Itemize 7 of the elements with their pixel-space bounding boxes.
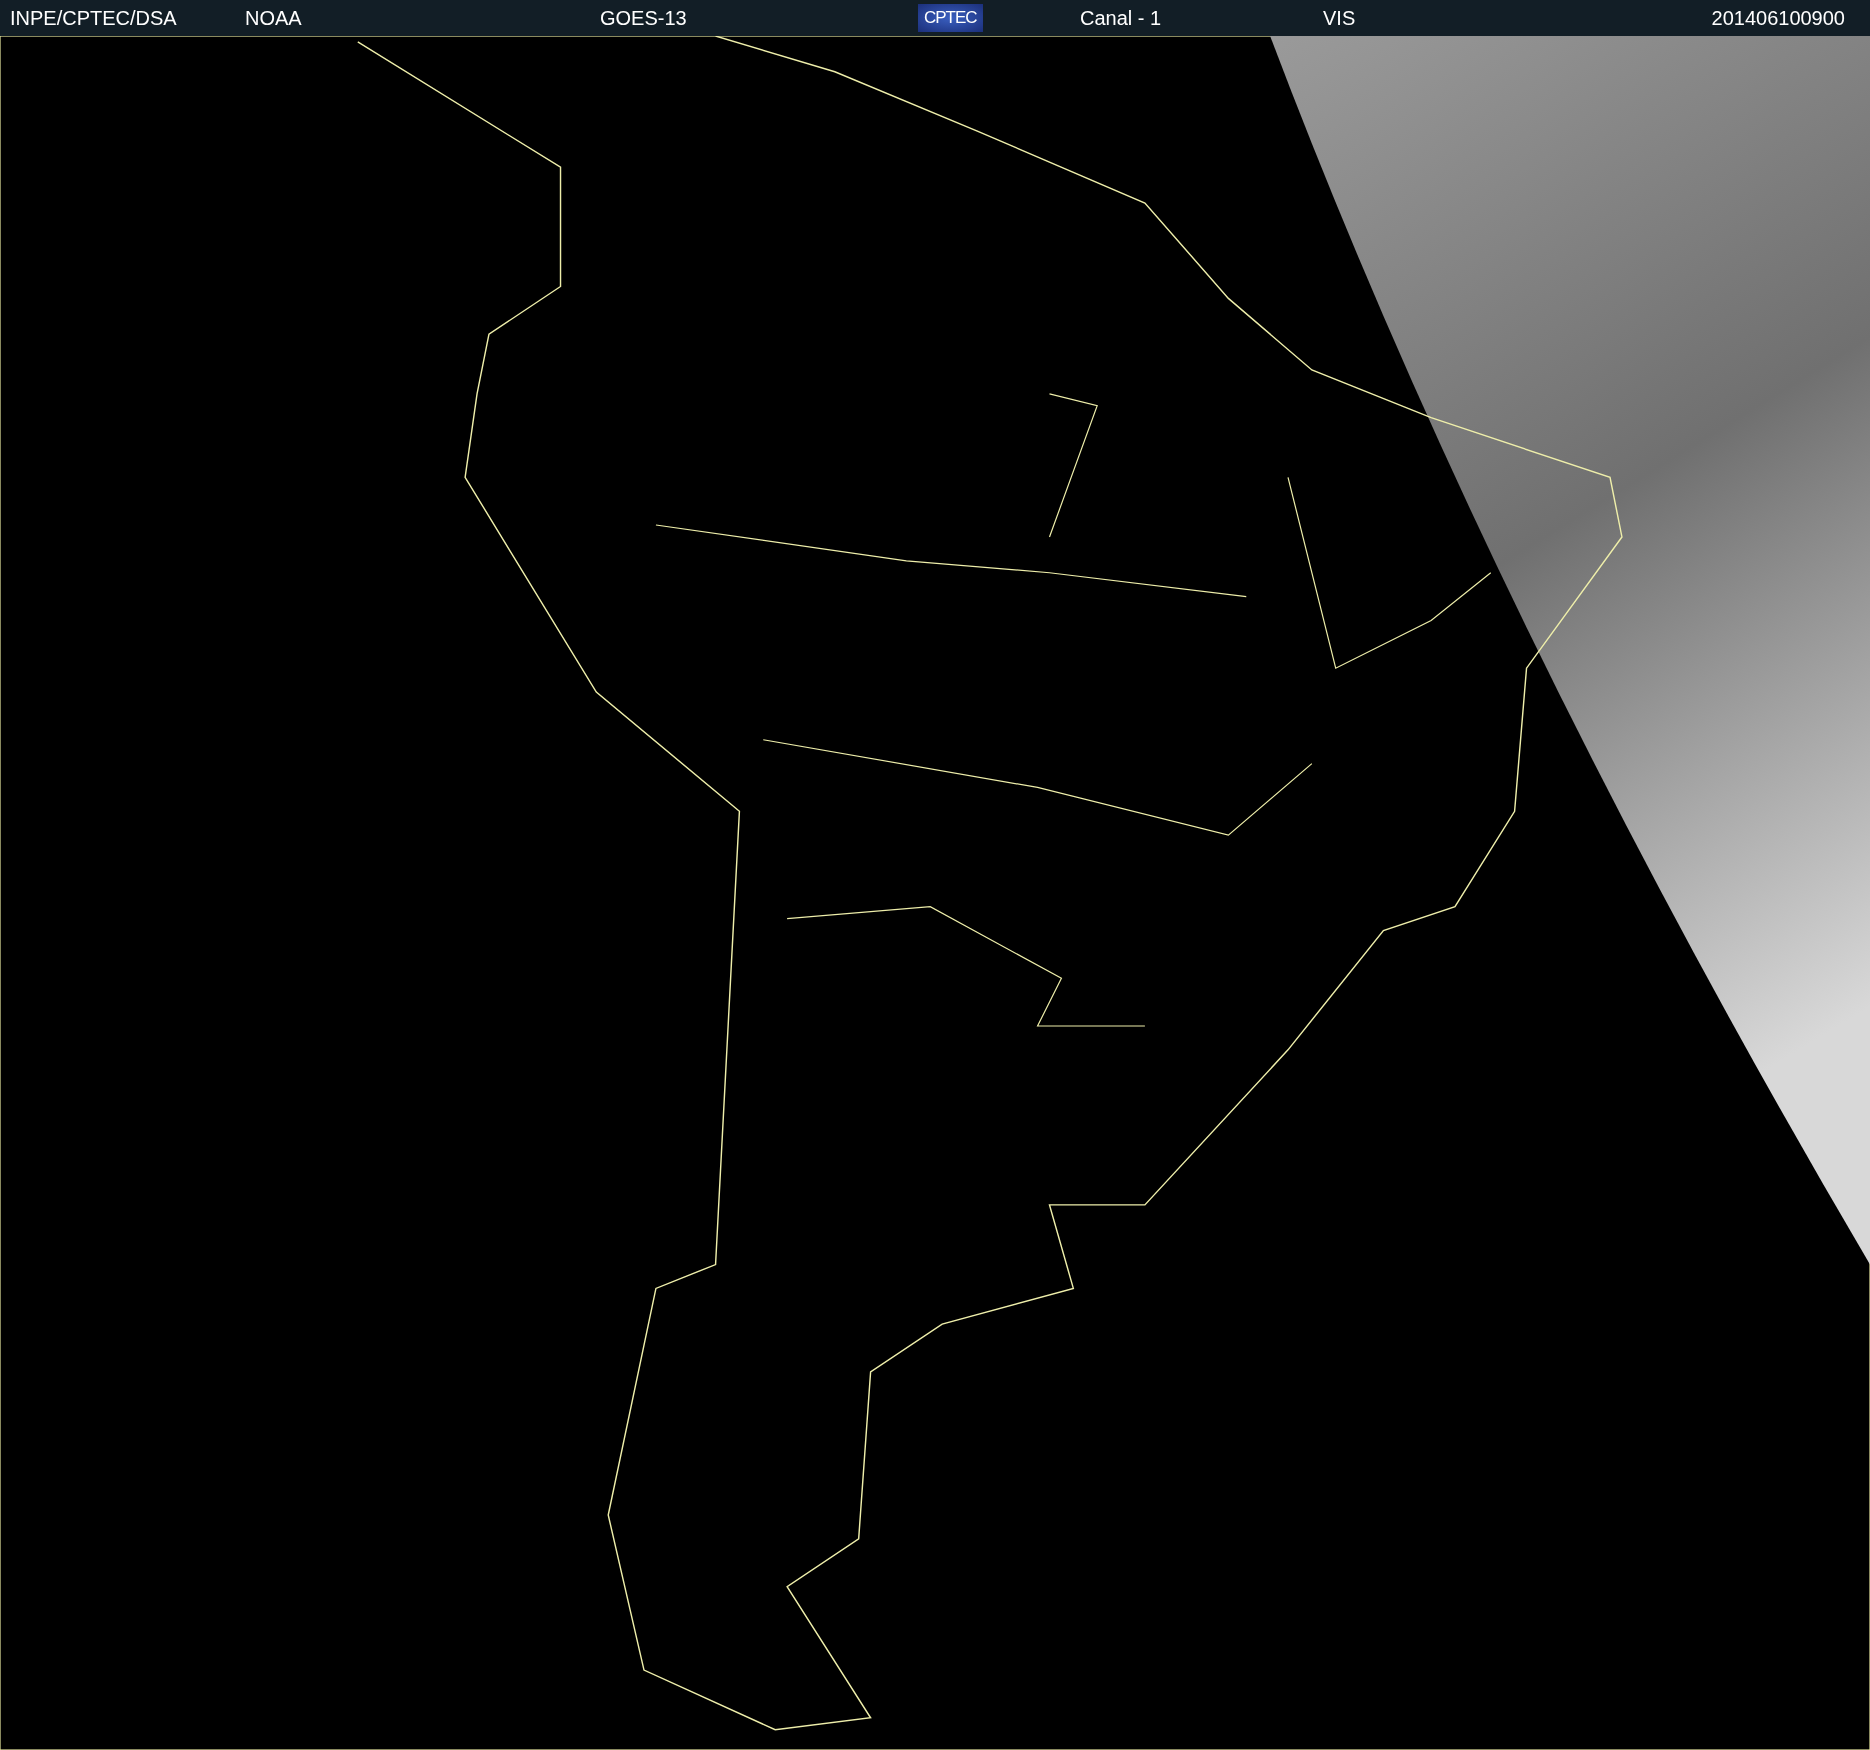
band-label: VIS [1323,6,1357,30]
logo: CPTEC [918,4,983,32]
agency-label: NOAA [245,6,303,30]
channel-label: Canal - 1 [1080,6,1163,30]
satellite-label: GOES-13 [600,6,688,30]
source-label: INPE/CPTEC/DSA [10,6,178,30]
timestamp-label: 201406100900 [1711,6,1845,30]
